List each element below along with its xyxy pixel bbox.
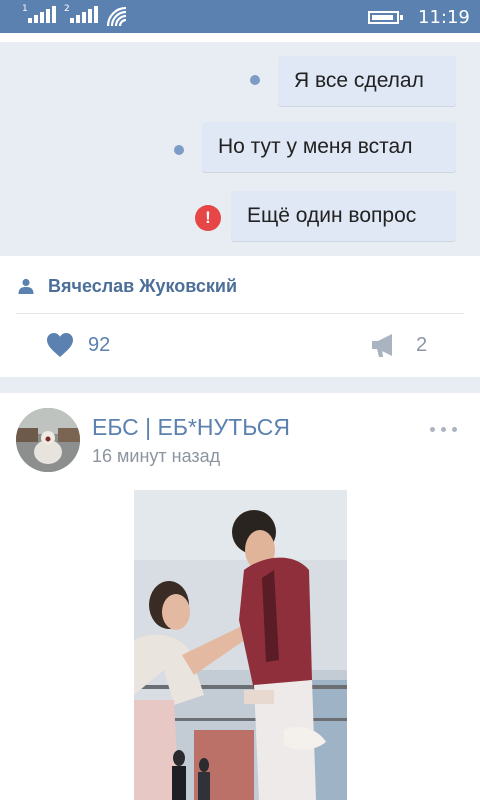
- megaphone-icon: [372, 334, 392, 357]
- person-icon: [18, 278, 34, 294]
- sim2-label: 2: [64, 4, 70, 14]
- message-text: Ещё один вопрос: [247, 204, 417, 227]
- status-bar: 1 2 11:19: [0, 0, 480, 33]
- message-bubble[interactable]: Но тут у меня встал: [202, 122, 456, 172]
- clock: 11:19: [418, 7, 470, 28]
- share-count: 2: [416, 333, 428, 356]
- more-options-icon[interactable]: [430, 425, 460, 435]
- post-time: 16 минут назад: [92, 446, 221, 466]
- message-panel: Я все сделал Но тут у меня встал ! Ещё о…: [0, 42, 480, 256]
- wifi-icon: [106, 6, 127, 27]
- like-button[interactable]: 92: [46, 331, 110, 359]
- message-text: Я все сделал: [294, 69, 424, 92]
- sim1-signal-icon: 1: [22, 4, 56, 27]
- group-avatar[interactable]: [16, 408, 80, 472]
- error-icon: !: [195, 205, 221, 231]
- author-name: Вячеслав Жуковский: [48, 275, 238, 296]
- message-bubble[interactable]: Я все сделал: [278, 56, 456, 106]
- unread-dot-icon: [174, 145, 184, 155]
- post-separator: [0, 377, 480, 393]
- heart-icon: [47, 333, 73, 357]
- like-count: 92: [88, 333, 111, 356]
- message-text: Но тут у меня встал: [218, 135, 413, 158]
- battery-icon: [368, 11, 403, 24]
- divider: [16, 313, 464, 314]
- message-bubble[interactable]: Ещё один вопрос: [231, 191, 456, 241]
- share-button[interactable]: 2: [370, 331, 427, 359]
- post-photo[interactable]: [134, 490, 347, 800]
- post-author[interactable]: Вячеслав Жуковский: [18, 275, 237, 297]
- unread-dot-icon: [250, 75, 260, 85]
- sim1-label: 1: [22, 4, 28, 14]
- group-name[interactable]: ЕБС | ЕБ*НУТЬСЯ: [92, 414, 290, 441]
- sim2-signal-icon: 2: [64, 4, 98, 27]
